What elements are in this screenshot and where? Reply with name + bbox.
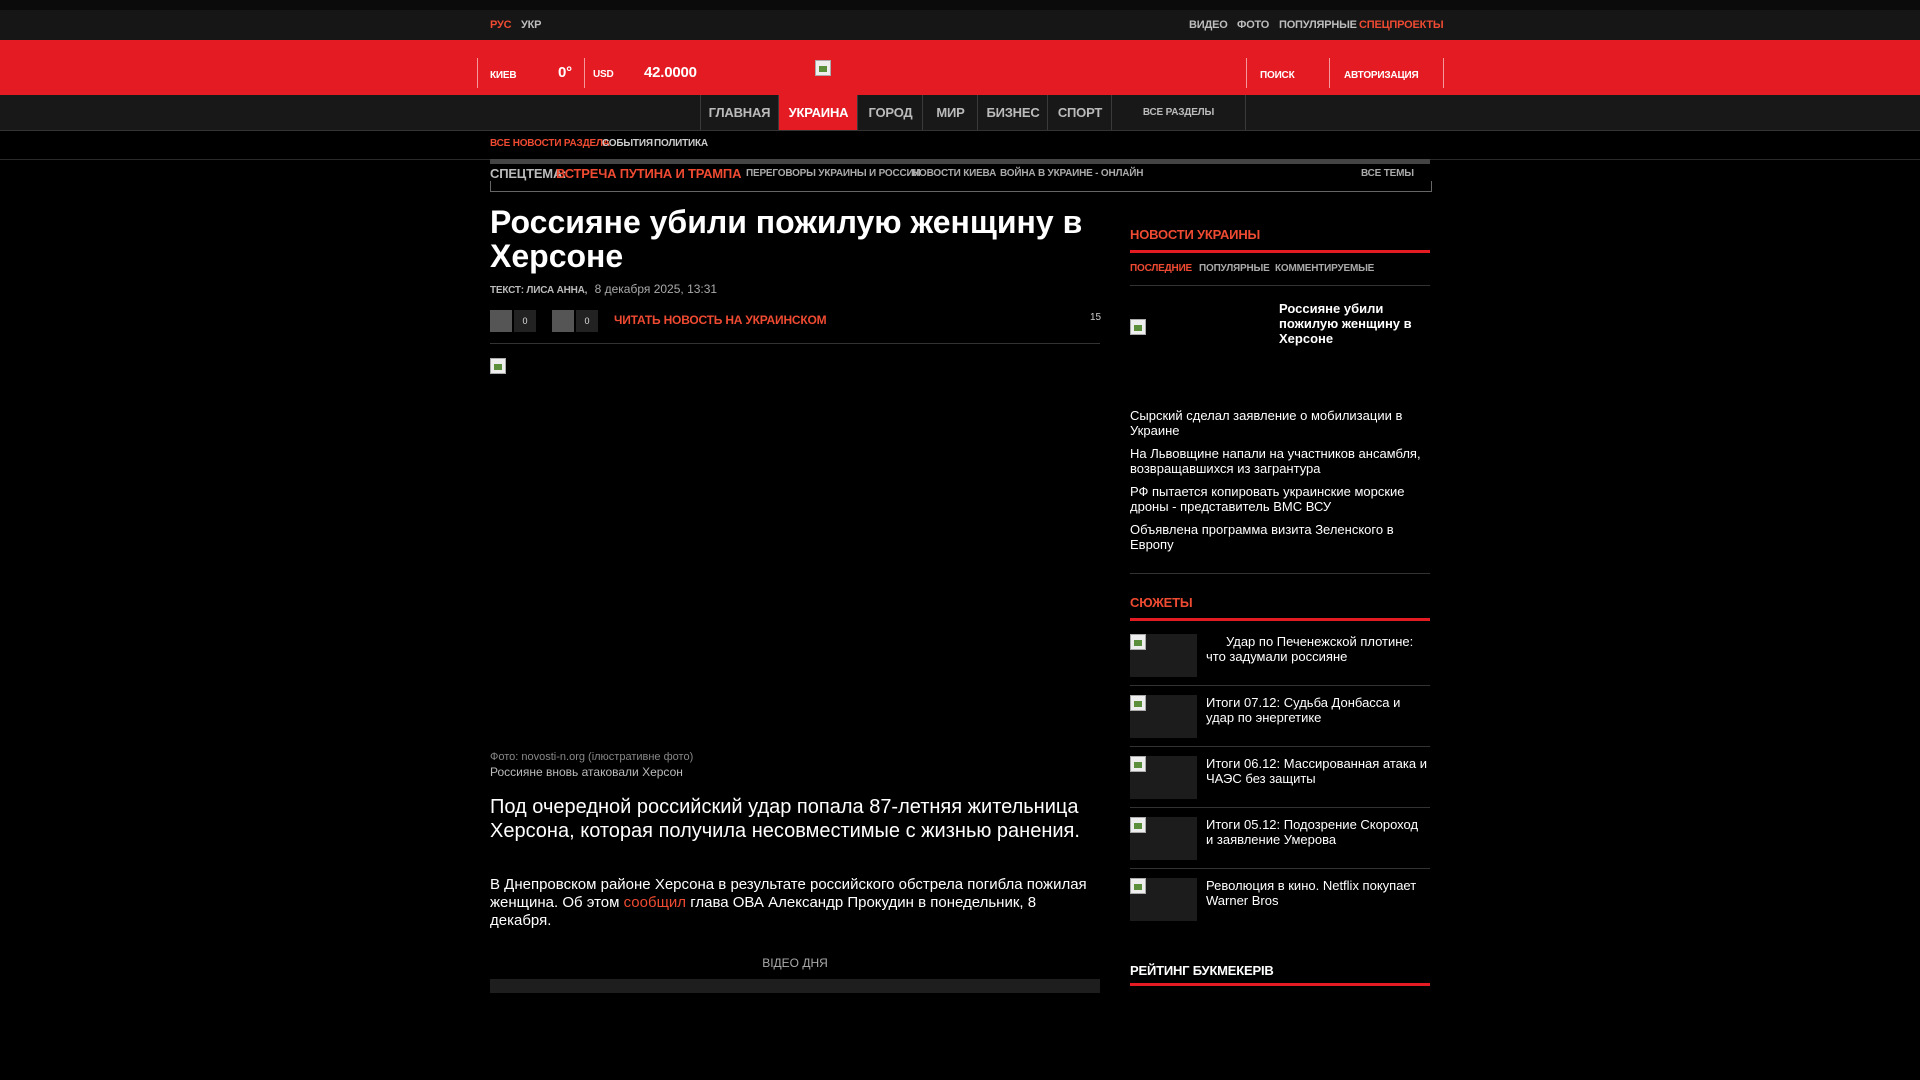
spec-label: СПЕЦТЕМА: <box>490 166 567 181</box>
image-placeholder-icon <box>1130 878 1146 894</box>
image-placeholder-icon <box>1130 634 1146 650</box>
nav-city[interactable]: ГОРОД <box>857 95 923 130</box>
comments-count[interactable]: 15 <box>1090 312 1101 323</box>
sub-nav <box>0 131 1920 160</box>
story-divider <box>1130 746 1430 747</box>
news-item[interactable]: На Львовщине напали на участников ансамб… <box>1130 446 1430 476</box>
video-of-day-label: ВІДЕО ДНЯ <box>762 956 828 970</box>
story-thumbnail[interactable] <box>1130 634 1197 677</box>
top-strip <box>0 0 1920 10</box>
spec-link-kyiv-news[interactable]: НОВОСТИ КИЕВА <box>912 168 996 179</box>
popular-link[interactable]: ПОПУЛЯРНЫЕ <box>1279 19 1357 31</box>
news-item[interactable]: Объявлена программа визита Зеленского в … <box>1130 522 1430 552</box>
story-divider <box>1130 807 1430 808</box>
nav-all-sections[interactable]: ВСЕ РАЗДЕЛЫ <box>1111 95 1246 130</box>
story-thumbnail[interactable] <box>1130 695 1197 738</box>
heading-rule <box>1130 618 1430 621</box>
story-thumbnail[interactable] <box>1130 756 1197 799</box>
author[interactable]: ТЕКСТ: ЛИСА АННА, <box>490 285 587 296</box>
story-title[interactable]: Итоги 07.12: Судьба Донбасса и удар по э… <box>1206 695 1428 725</box>
spec-link-war-online[interactable]: ВОЙНА В УКРАИНЕ - ОНЛАЙН <box>1000 168 1144 179</box>
currency-label: USD <box>593 69 614 80</box>
share-button-1[interactable] <box>490 310 512 332</box>
video-link[interactable]: ВИДЕО <box>1189 19 1228 31</box>
story-title[interactable]: Революция в кино. Netflix покупает Warne… <box>1206 878 1428 908</box>
featured-news-title[interactable]: Россияне убили пожилую женщину в Херсоне <box>1279 301 1429 346</box>
featured-news-image[interactable] <box>1130 319 1146 335</box>
spec-bottom-frame <box>490 181 1432 192</box>
stories-heading[interactable]: СЮЖЕТЫ <box>1130 595 1193 610</box>
spec-top-rule <box>490 159 1430 164</box>
temperature: 0° <box>558 64 572 81</box>
header-divider <box>477 58 478 88</box>
nav-sport[interactable]: СПОРТ <box>1047 95 1112 130</box>
header-divider <box>584 58 585 88</box>
subnav-politics[interactable]: ПОЛИТИКА <box>654 138 708 149</box>
image-placeholder-icon <box>1130 695 1146 711</box>
city-label[interactable]: КИЕВ <box>490 70 517 81</box>
nav-world[interactable]: МИР <box>922 95 978 130</box>
image-placeholder-icon <box>1130 817 1146 833</box>
currency-rate: 42.0000 <box>644 64 697 81</box>
article-image <box>490 358 1100 743</box>
publish-date: 8 декабря 2025, 13:31 <box>594 282 718 296</box>
subnav-all-news[interactable]: ВСЕ НОВОСТИ РАЗДЕЛА <box>490 138 610 149</box>
story-title[interactable]: Итоги 05.12: Подозрение Скороход и заявл… <box>1206 817 1428 847</box>
article-divider <box>490 343 1100 344</box>
lang-ua-link[interactable]: УКР <box>521 19 541 31</box>
spec-topic-link[interactable]: ВСТРЕЧА ПУТИНА И ТРАМПА <box>556 166 741 181</box>
image-placeholder-icon <box>1130 756 1146 772</box>
nav-business[interactable]: БИЗНЕС <box>977 95 1048 130</box>
spec-all-topics[interactable]: ВСЕ ТЕМЫ <box>1361 168 1414 179</box>
subnav-events[interactable]: СОБЫТИЯ <box>602 138 653 149</box>
search-button[interactable]: ПОИСК <box>1260 70 1295 81</box>
special-projects-link[interactable]: СПЕЦПРОЕКТЫ <box>1359 19 1444 31</box>
news-item[interactable]: Сырский сделал заявление о мобилизации в… <box>1130 408 1430 438</box>
article-lead: Под очередной российский удар попала 87-… <box>490 796 1080 842</box>
bookmakers-heading: РЕЙТИНГ БУКМЕКЕРІВ <box>1130 963 1274 978</box>
image-placeholder-icon <box>490 358 506 374</box>
share-count-1: 0 <box>514 310 536 332</box>
share-button-2[interactable] <box>552 310 574 332</box>
story-divider <box>1130 868 1430 869</box>
header-divider <box>1329 58 1330 88</box>
story-title[interactable]: Итоги 06.12: Массированная атака и ЧАЭС … <box>1206 756 1428 786</box>
header-divider <box>1246 58 1247 88</box>
tabs-divider <box>1130 285 1430 286</box>
heading-rule <box>1130 983 1430 986</box>
nav-ukraine[interactable]: УКРАИНА <box>778 95 858 130</box>
tab-commented[interactable]: КОММЕНТИРУЕМЫЕ <box>1275 263 1374 274</box>
tab-popular[interactable]: ПОПУЛЯРНЫЕ <box>1199 263 1270 274</box>
story-divider <box>1130 685 1430 686</box>
story-thumbnail[interactable] <box>1130 817 1197 860</box>
read-in-ukrainian-link[interactable]: ЧИТАТЬ НОВОСТЬ НА УКРАИНСКОМ <box>614 313 827 327</box>
ukraine-news-heading[interactable]: НОВОСТИ УКРАИНЫ <box>1130 227 1260 242</box>
share-count-2: 0 <box>576 310 598 332</box>
header-bar <box>0 40 1920 95</box>
story-title[interactable]: Удар по Печенежской плотине: что задумал… <box>1206 634 1428 664</box>
header-divider <box>1443 58 1444 88</box>
news-item[interactable]: РФ пытается копировать украинские морски… <box>1130 484 1430 514</box>
top-bar <box>0 10 1920 40</box>
spec-link-negotiations[interactable]: ПЕРЕГОВОРЫ УКРАИНЫ И РОССИИ <box>746 168 921 179</box>
tab-latest[interactable]: ПОСЛЕДНИЕ <box>1130 263 1192 274</box>
lang-ru-link[interactable]: РУС <box>490 19 512 31</box>
nav-home[interactable]: ГЛАВНАЯ <box>700 95 778 130</box>
site-logo[interactable] <box>815 60 831 76</box>
photo-link[interactable]: ФОТО <box>1237 19 1269 31</box>
photo-credit: Фото: novosti-n.org (ілюстративне фото) <box>490 751 694 763</box>
source-link[interactable]: сообщил <box>624 894 686 911</box>
photo-caption: Россияне вновь атаковали Херсон <box>490 765 683 779</box>
section-divider <box>1130 573 1430 574</box>
login-button[interactable]: АВТОРИЗАЦИЯ <box>1344 70 1419 81</box>
story-thumbnail[interactable] <box>1130 878 1197 921</box>
heading-rule <box>1130 250 1430 253</box>
article-paragraph: В Днепровском районе Херсона в результат… <box>490 876 1100 930</box>
video-player[interactable] <box>490 979 1100 993</box>
byline: ТЕКСТ: ЛИСА АННА, 8 декабря 2025, 13:31 <box>490 282 717 296</box>
article-title: Россияне убили пожилую женщину в Херсоне <box>490 204 1083 274</box>
